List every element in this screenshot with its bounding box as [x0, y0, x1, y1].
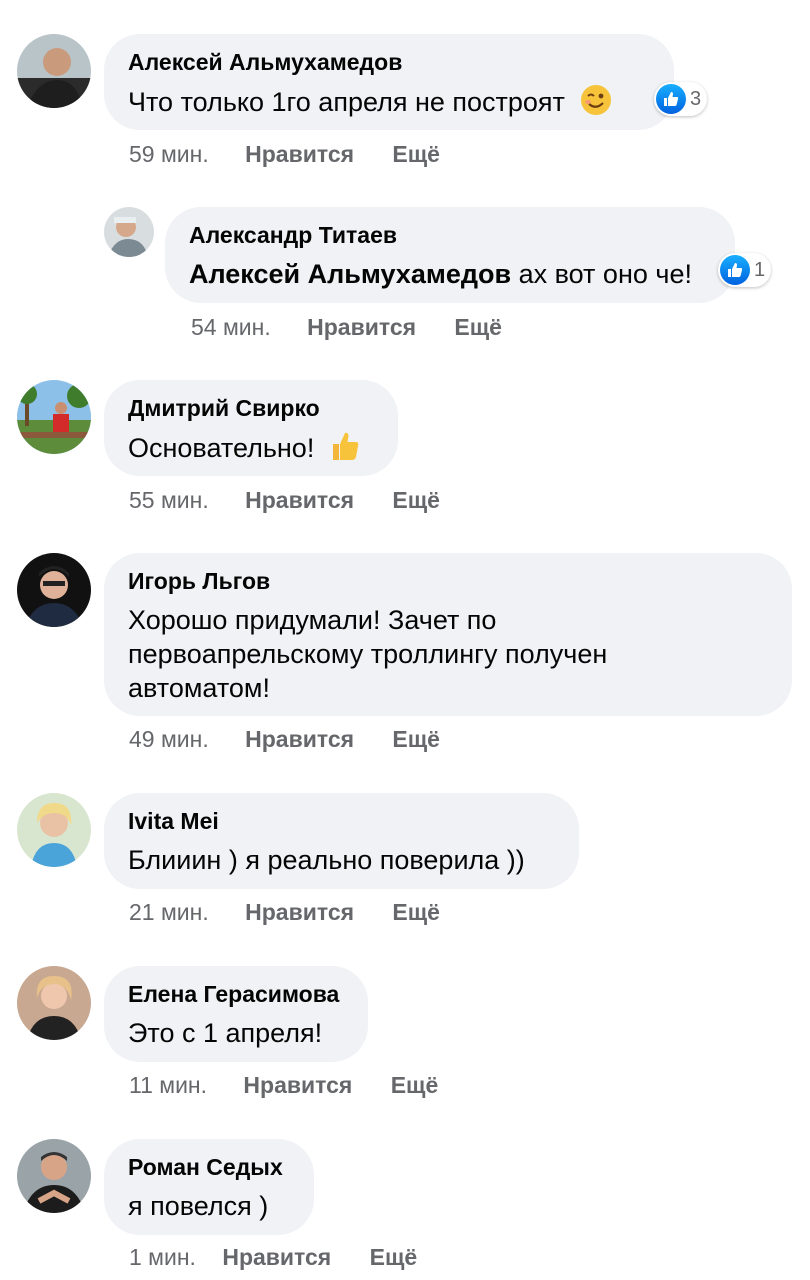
- comment-time[interactable]: 1 мин.: [129, 1244, 196, 1271]
- comment-time[interactable]: 55 мин.: [129, 487, 209, 514]
- comment-author[interactable]: Елена Герасимова: [128, 980, 342, 1008]
- comment-bubble: Александр Титаев Алексей Альмухамедов ах…: [165, 207, 735, 303]
- comment-text: Хорошо придумали! Зачет по первоапрельск…: [128, 605, 608, 703]
- comment-text: Что только 1го апреля не построят: [128, 84, 648, 124]
- avatar[interactable]: [17, 553, 91, 627]
- more-button[interactable]: Ещё: [370, 1244, 418, 1271]
- thumbs-up-emoji-icon: [330, 430, 360, 470]
- comment-author[interactable]: Игорь Льгов: [128, 567, 766, 595]
- comment-author[interactable]: Роман Седых: [128, 1153, 288, 1181]
- more-button[interactable]: Ещё: [391, 1072, 439, 1099]
- comment-bubble: Игорь Льгов Хорошо придумали! Зачет по п…: [104, 553, 792, 716]
- more-button[interactable]: Ещё: [392, 899, 440, 926]
- avatar[interactable]: [17, 1139, 91, 1213]
- like-button[interactable]: Нравится: [245, 487, 354, 514]
- comment-author[interactable]: Алексей Альмухамедов: [128, 48, 648, 76]
- comment-meta: 54 мин. Нравится Ещё: [191, 314, 502, 341]
- more-button[interactable]: Ещё: [392, 726, 440, 753]
- comment-bubble: Роман Седых я повелся ): [104, 1139, 314, 1235]
- like-button[interactable]: Нравится: [245, 726, 354, 753]
- comment-text: я повелся ): [128, 1191, 269, 1221]
- comment-meta: 1 мин. Нравится Ещё: [129, 1244, 417, 1271]
- reaction-count-badge[interactable]: 1: [718, 253, 772, 287]
- comment-meta: 55 мин. Нравится Ещё: [129, 487, 440, 514]
- comment-text: Это с 1 апреля!: [128, 1018, 323, 1048]
- like-button[interactable]: Нравится: [245, 141, 354, 168]
- avatar[interactable]: [104, 207, 154, 257]
- comment-time[interactable]: 54 мин.: [191, 314, 271, 341]
- comment-time[interactable]: 21 мин.: [129, 899, 209, 926]
- comment-author[interactable]: Александр Титаев: [189, 221, 709, 249]
- comment-bubble: Алексей Альмухамедов Что только 1го апре…: [104, 34, 674, 130]
- comment-time[interactable]: 11 мин.: [129, 1072, 207, 1099]
- like-reaction-icon: [720, 255, 750, 285]
- comment-text: Алексей Альмухамедов ах вот оно че!: [189, 259, 692, 289]
- reaction-count-badge[interactable]: 3: [654, 82, 708, 116]
- avatar[interactable]: [17, 34, 91, 108]
- comment-time[interactable]: 49 мин.: [129, 726, 209, 753]
- comment-text: Основательно!: [128, 430, 372, 470]
- avatar[interactable]: [17, 380, 91, 454]
- avatar[interactable]: [17, 793, 91, 867]
- comment-meta: 49 мин. Нравится Ещё: [129, 726, 440, 753]
- like-button[interactable]: Нравится: [243, 1072, 352, 1099]
- comment-meta: 59 мин. Нравится Ещё: [129, 141, 440, 168]
- comment-bubble: Ivita Mei Блииин ) я реально поверила )): [104, 793, 579, 889]
- like-reaction-icon: [656, 84, 686, 114]
- wink-emoji-icon: [580, 84, 612, 124]
- comment-bubble: Елена Герасимова Это с 1 апреля!: [104, 966, 368, 1062]
- comment-meta: 11 мин. Нравится Ещё: [129, 1072, 438, 1099]
- comment-meta: 21 мин. Нравится Ещё: [129, 899, 440, 926]
- like-button[interactable]: Нравится: [222, 1244, 331, 1271]
- comment-bubble: Дмитрий Свирко Основательно!: [104, 380, 398, 476]
- more-button[interactable]: Ещё: [392, 141, 440, 168]
- avatar[interactable]: [17, 966, 91, 1040]
- like-button[interactable]: Нравится: [307, 314, 416, 341]
- more-button[interactable]: Ещё: [454, 314, 502, 341]
- more-button[interactable]: Ещё: [392, 487, 440, 514]
- like-button[interactable]: Нравится: [245, 899, 354, 926]
- comment-time[interactable]: 59 мин.: [129, 141, 209, 168]
- comment-text: Блииин ) я реально поверила )): [128, 845, 525, 875]
- comment-author[interactable]: Дмитрий Свирко: [128, 394, 372, 422]
- mention-link[interactable]: Алексей Альмухамедов: [189, 259, 511, 289]
- comment-author[interactable]: Ivita Mei: [128, 807, 553, 835]
